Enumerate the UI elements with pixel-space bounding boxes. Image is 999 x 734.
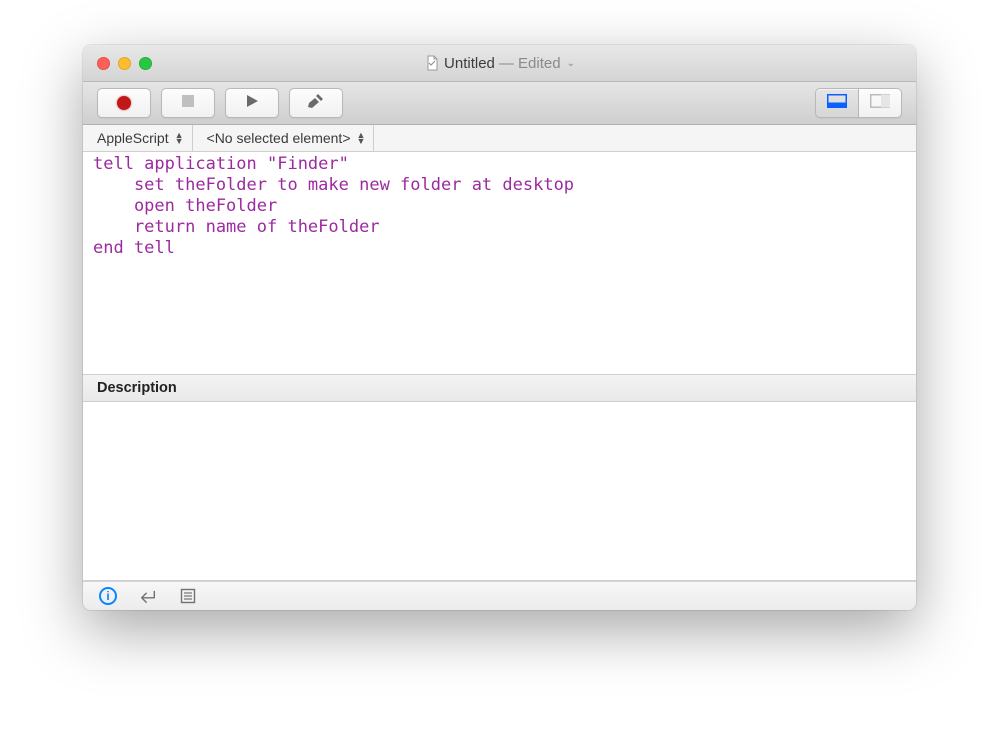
stepper-icon: ▲▼ (173, 132, 184, 144)
result-pane-icon (827, 94, 847, 113)
accessory-view-button[interactable] (179, 587, 197, 605)
description-body[interactable] (83, 402, 916, 581)
script-editor-window: Untitled — Edited ⌄ (83, 45, 916, 610)
info-icon: i (99, 587, 117, 605)
element-label: <No selected element> (207, 130, 351, 146)
return-icon (139, 588, 157, 604)
stepper-icon: ▲▼ (355, 132, 366, 144)
build-icon (307, 92, 325, 115)
window-edited-label: — Edited (499, 55, 561, 72)
title-dropdown-icon[interactable]: ⌄ (565, 58, 575, 69)
traffic-lights (83, 57, 152, 70)
description-header: Description (83, 374, 916, 402)
minimize-button[interactable] (118, 57, 131, 70)
zoom-button[interactable] (139, 57, 152, 70)
toolbar (83, 82, 916, 125)
run-button[interactable] (225, 88, 279, 118)
event-log-button[interactable] (139, 587, 157, 605)
compile-button[interactable] (289, 88, 343, 118)
document-icon (424, 55, 440, 71)
result-view-button[interactable] (815, 88, 859, 118)
description-label: Description (97, 380, 177, 396)
window-title: Untitled (444, 55, 495, 72)
window-title-area: Untitled — Edited ⌄ (83, 55, 916, 72)
language-label: AppleScript (97, 130, 169, 146)
element-popup[interactable]: <No selected element> ▲▼ (193, 125, 375, 151)
record-button[interactable] (97, 88, 151, 118)
run-icon (244, 93, 260, 114)
navigation-bar: AppleScript ▲▼ <No selected element> ▲▼ (83, 125, 916, 152)
list-icon (180, 588, 196, 604)
titlebar: Untitled — Edited ⌄ (83, 45, 916, 82)
close-button[interactable] (97, 57, 110, 70)
stop-icon (181, 94, 195, 113)
record-icon (117, 96, 131, 110)
status-bar: i (83, 581, 916, 610)
log-view-button[interactable] (859, 88, 902, 118)
log-pane-icon (870, 94, 890, 113)
language-popup[interactable]: AppleScript ▲▼ (83, 125, 193, 151)
code-editor[interactable]: tell application "Finder" set theFolder … (83, 152, 916, 374)
info-button[interactable]: i (99, 587, 117, 605)
stop-button[interactable] (161, 88, 215, 118)
view-mode-segmented (815, 88, 902, 118)
